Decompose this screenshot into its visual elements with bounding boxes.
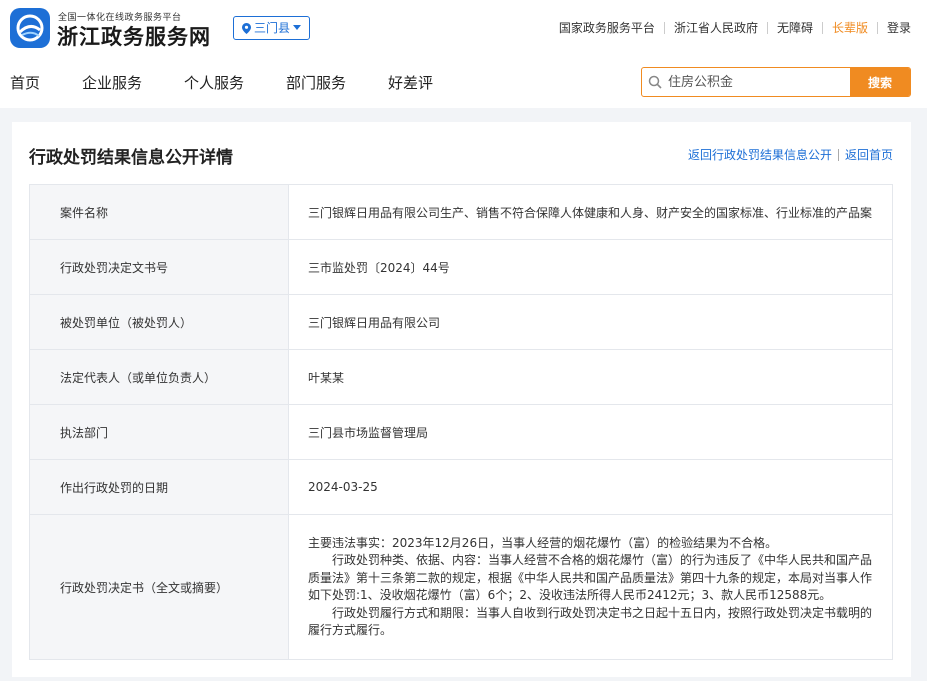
link-elder-mode[interactable]: 长辈版	[832, 19, 868, 36]
divider	[837, 148, 839, 161]
row-value: 三门县市场监督管理局	[288, 404, 893, 460]
row-value: 叶某某	[288, 349, 893, 405]
link-accessibility[interactable]: 无障碍	[777, 19, 813, 36]
detail-panel: 行政处罚结果信息公开详情 返回行政处罚结果信息公开 返回首页 案件名称 三门银辉…	[12, 122, 911, 677]
nav-enterprise-services[interactable]: 企业服务	[82, 72, 142, 93]
caret-down-icon	[293, 25, 302, 30]
nav-department-services[interactable]: 部门服务	[286, 72, 346, 93]
brand-title[interactable]: 浙江政务服务网	[57, 21, 211, 51]
decision-paragraph: 行政处罚履行方式和期限：当事人自收到行政处罚决定书之日起十五日内，按照行政处罚决…	[308, 605, 873, 638]
table-row: 行政处罚决定文书号 三市监处罚〔2024〕44号	[29, 239, 893, 295]
top-links: 国家政务服务平台 浙江省人民政府 无障碍 长辈版 登录	[559, 19, 911, 36]
penalty-detail-table: 案件名称 三门银辉日用品有限公司生产、销售不符合保障人体健康和人身、财产安全的国…	[29, 184, 893, 660]
row-label: 案件名称	[29, 184, 289, 240]
region-name: 三门县	[254, 21, 291, 35]
link-national-platform[interactable]: 国家政务服务平台	[559, 19, 655, 36]
back-to-home-link[interactable]: 返回首页	[845, 146, 893, 163]
table-row: 行政处罚决定书（全文或摘要） 主要违法事实：2023年12月26日，当事人经营的…	[29, 514, 893, 660]
logo-icon	[16, 14, 44, 42]
divider	[821, 21, 823, 34]
search-icon	[642, 68, 668, 96]
divider	[766, 21, 768, 34]
back-to-list-link[interactable]: 返回行政处罚结果信息公开	[688, 146, 832, 163]
row-label: 法定代表人（或单位负责人）	[29, 349, 289, 405]
panel-links: 返回行政处罚结果信息公开 返回首页	[688, 146, 893, 163]
table-row: 法定代表人（或单位负责人） 叶某某	[29, 349, 893, 405]
region-selector[interactable]: 三门县	[233, 16, 311, 40]
decision-paragraph: 主要违法事实：2023年12月26日，当事人经营的烟花爆竹（富）的检验结果为不合…	[308, 535, 778, 550]
row-value: 主要违法事实：2023年12月26日，当事人经营的烟花爆竹（富）的检验结果为不合…	[288, 514, 893, 660]
row-value: 三门银辉日用品有限公司	[288, 294, 893, 350]
nav-home[interactable]: 首页	[10, 72, 40, 93]
table-row: 被处罚单位（被处罚人） 三门银辉日用品有限公司	[29, 294, 893, 350]
search-button[interactable]: 搜索	[850, 68, 910, 96]
row-value: 三市监处罚〔2024〕44号	[288, 239, 893, 295]
row-label: 作出行政处罚的日期	[29, 459, 289, 515]
nav-personal-services[interactable]: 个人服务	[184, 72, 244, 93]
divider	[663, 21, 665, 34]
header: 全国一体化在线政务服务平台 浙江政务服务网 三门县 国家政务服务平台 浙江省人民…	[0, 0, 927, 108]
site-logo[interactable]	[10, 8, 50, 48]
table-row: 作出行政处罚的日期 2024-03-25	[29, 459, 893, 515]
table-row: 案件名称 三门银辉日用品有限公司生产、销售不符合保障人体健康和人身、财产安全的国…	[29, 184, 893, 240]
table-row: 执法部门 三门县市场监督管理局	[29, 404, 893, 460]
location-pin-icon	[242, 22, 251, 34]
row-value: 三门银辉日用品有限公司生产、销售不符合保障人体健康和人身、财产安全的国家标准、行…	[288, 184, 893, 240]
divider	[876, 21, 878, 34]
search-box: 搜索	[641, 67, 911, 97]
row-label: 执法部门	[29, 404, 289, 460]
link-zhejiang-government[interactable]: 浙江省人民政府	[674, 19, 758, 36]
row-value: 2024-03-25	[288, 459, 893, 515]
search-input[interactable]	[668, 68, 850, 96]
decision-text: 主要违法事实：2023年12月26日，当事人经营的烟花爆竹（富）的检验结果为不合…	[308, 535, 878, 640]
row-label: 行政处罚决定书（全文或摘要）	[29, 514, 289, 660]
page-title: 行政处罚结果信息公开详情	[29, 148, 233, 168]
decision-paragraph: 行政处罚种类、依据、内容：当事人经营不合格的烟花爆竹（富）的行为违反了《中华人民…	[308, 553, 873, 602]
row-label: 被处罚单位（被处罚人）	[29, 294, 289, 350]
nav-reviews[interactable]: 好差评	[388, 72, 433, 93]
login-link[interactable]: 登录	[887, 19, 911, 36]
row-label: 行政处罚决定文书号	[29, 239, 289, 295]
